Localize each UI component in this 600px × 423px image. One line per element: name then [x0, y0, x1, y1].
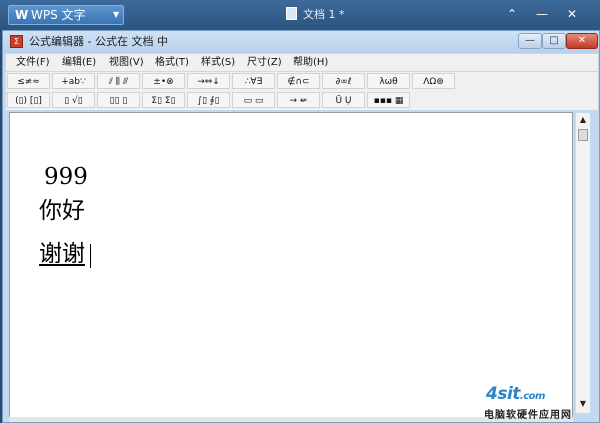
labeled-arrow-templates-button[interactable]: → ↚ — [277, 92, 320, 108]
menu-edit[interactable]: 编辑(E) — [62, 54, 96, 71]
equation-line[interactable]: 谢谢 — [39, 243, 85, 266]
document-tab[interactable]: 文档 1 * — [286, 7, 345, 23]
equation-editor-window: Σ 公式编辑器 - 公式在 文档 中 — □ ✕ 文件(F) 编辑(E) 视图(… — [2, 30, 600, 423]
document-icon — [286, 7, 297, 20]
menu-bar: 文件(F) 编辑(E) 视图(V) 格式(T) 样式(S) 尺寸(Z) 帮助(H… — [6, 54, 598, 72]
window-title: 公式编辑器 - 公式在 文档 中 — [29, 35, 168, 48]
menu-view[interactable]: 视图(V) — [109, 54, 144, 71]
equation-line[interactable]: 999 — [44, 166, 88, 189]
watermark-logo: 4sit.com — [486, 384, 545, 404]
operators-palette-button[interactable]: ±•⊗ — [142, 73, 185, 89]
menu-file[interactable]: 文件(F) — [16, 54, 50, 71]
equation-editor-titlebar: Σ 公式编辑器 - 公式在 文档 中 — □ ✕ — [3, 31, 599, 53]
underbar-overbar-templates-button[interactable]: ▭ ▭ — [232, 92, 275, 108]
maximize-button[interactable]: □ — [542, 33, 566, 49]
summation-templates-button[interactable]: Σ▯ Σ▯ — [142, 92, 185, 108]
misc-symbols-palette-button[interactable]: ∂∞ℓ — [322, 73, 365, 89]
chevron-down-icon: ▼ — [113, 10, 120, 19]
equation-editor-app-icon: Σ — [10, 35, 23, 48]
greek-uppercase-palette-button[interactable]: ΛΩ⊛ — [412, 73, 455, 89]
symbol-palette-toolbar: ≤≠≈ ∔ab∵ ⫽ ⫼ ⫻ ±•⊗ →⇔↓ ∴∀∃ ∉∩⊂ ∂∞ℓ λωθ Λ… — [6, 72, 598, 91]
menu-size[interactable]: 尺寸(Z) — [247, 54, 282, 71]
menu-help[interactable]: 帮助(H) — [293, 54, 328, 71]
wps-app-name: WPS 文字 — [31, 8, 86, 22]
watermark-subtitle: 电脑软硬件应用网 — [484, 410, 572, 421]
subscript-superscript-templates-button[interactable]: ▯▯ ▯ — [97, 92, 140, 108]
wps-minimize-button[interactable]: — — [534, 6, 550, 22]
arrows-palette-button[interactable]: →⇔↓ — [187, 73, 230, 89]
wps-logo-icon: W — [15, 8, 29, 22]
equation-line[interactable]: 你好 — [39, 200, 85, 223]
menu-style[interactable]: 样式(S) — [201, 54, 235, 71]
spaces-ellipses-palette-button[interactable]: ∔ab∵ — [52, 73, 95, 89]
products-set-theory-templates-button[interactable]: Ū Ụ — [322, 92, 365, 108]
set-theory-palette-button[interactable]: ∉∩⊂ — [277, 73, 320, 89]
equation-editing-area[interactable]: 999 你好 谢谢 — [9, 112, 573, 418]
greek-lowercase-palette-button[interactable]: λωθ — [367, 73, 410, 89]
matrix-templates-button[interactable]: ▪▪▪ ▦ — [367, 92, 410, 108]
minimize-button[interactable]: — — [518, 33, 542, 49]
scrollbar-thumb[interactable] — [578, 129, 588, 141]
scroll-up-icon[interactable]: ▲ — [576, 113, 590, 127]
watermark-dotcom: .com — [519, 391, 546, 402]
menu-format[interactable]: 格式(T) — [155, 54, 189, 71]
text-cursor — [90, 244, 91, 268]
embellishments-palette-button[interactable]: ⫽ ⫼ ⫻ — [97, 73, 140, 89]
integral-templates-button[interactable]: ∫▯ ∮▯ — [187, 92, 230, 108]
wps-titlebar: W WPS 文字 ▼ 文档 1 * ⌃ — ✕ — [0, 0, 600, 30]
wps-app-menu-button[interactable]: W WPS 文字 ▼ — [8, 5, 124, 25]
close-button[interactable]: ✕ — [566, 33, 598, 49]
fence-templates-button[interactable]: (▯) [▯] — [7, 92, 50, 108]
watermark-logo-text: 4sit — [486, 384, 520, 404]
site-watermark: 4sit.com 电脑软硬件应用网 — [478, 384, 598, 422]
fraction-radical-templates-button[interactable]: ▯ √▯ — [52, 92, 95, 108]
document-tab-label: 文档 1 * — [303, 8, 345, 21]
wps-close-button[interactable]: ✕ — [564, 6, 580, 22]
vertical-scrollbar[interactable]: ▲ ▼ — [575, 113, 590, 413]
relations-palette-button[interactable]: ≤≠≈ — [7, 73, 50, 89]
logic-palette-button[interactable]: ∴∀∃ — [232, 73, 275, 89]
template-palette-toolbar: (▯) [▯] ▯ √▯ ▯▯ ▯ Σ▯ Σ▯ ∫▯ ∮▯ ▭ ▭ → ↚ Ū … — [6, 91, 598, 110]
ribbon-collapse-button[interactable]: ⌃ — [504, 6, 520, 22]
